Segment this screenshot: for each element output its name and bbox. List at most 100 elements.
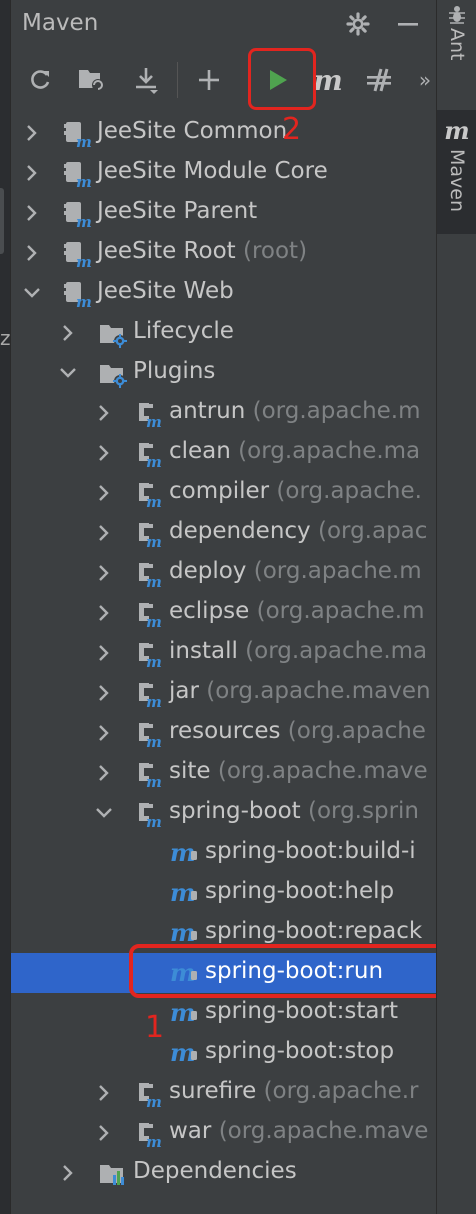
tree-row-label: JeeSite Common <box>97 118 287 144</box>
tab-ant[interactable]: Ant <box>437 4 476 90</box>
tree-row[interactable]: m antrun (org.apache.m <box>11 393 436 433</box>
tree-row-name: clean <box>169 438 231 464</box>
svg-text:m: m <box>146 733 162 749</box>
skip-tests-icon[interactable] <box>361 62 397 98</box>
chevron-right-icon[interactable] <box>94 523 114 543</box>
tree-row[interactable]: m JeeSite Common <box>11 113 436 153</box>
chevron-right-icon[interactable] <box>94 643 114 663</box>
tree-row-name: spring-boot:help <box>205 878 395 904</box>
maven-goal-icon: m <box>170 838 200 869</box>
tree-row-label: deploy (org.apache.m <box>169 558 422 584</box>
tree-row[interactable]: m spring-boot:stop <box>11 1033 436 1073</box>
tree-row-name: site <box>169 758 211 784</box>
tree-row-label: eclipse (org.apache.m <box>169 598 425 624</box>
chevron-right-icon[interactable] <box>22 203 42 223</box>
chevron-right-icon[interactable] <box>94 443 114 463</box>
tree-row[interactable]: m resources (org.apache <box>11 713 436 753</box>
minimize-icon[interactable] <box>394 10 422 38</box>
tree-row[interactable]: Lifecycle <box>11 313 436 353</box>
left-strip-glyph: z <box>0 326 11 350</box>
tree-row[interactable]: m clean (org.apache.ma <box>11 433 436 473</box>
panel-header: Maven <box>11 0 436 50</box>
chevron-right-icon[interactable] <box>94 683 114 703</box>
maven-plugin-icon: m <box>134 599 164 631</box>
tree-row[interactable]: m spring-boot:start <box>11 993 436 1033</box>
tree-row[interactable]: m compiler (org.apache. <box>11 473 436 513</box>
add-icon[interactable] <box>191 62 227 98</box>
tree-row-group-id: (org.apache.mave <box>217 758 428 784</box>
svg-text:m: m <box>146 1093 162 1109</box>
chevron-right-icon[interactable] <box>22 163 42 183</box>
generate-sources-icon[interactable] <box>74 62 110 98</box>
chevron-right-icon[interactable] <box>22 123 42 143</box>
maven-tab-icon: m <box>444 116 470 145</box>
tab-maven[interactable]: m Maven <box>437 110 476 234</box>
svg-text:m: m <box>76 173 92 189</box>
chevron-down-icon[interactable] <box>22 283 42 303</box>
tree-row[interactable]: m surefire (org.apache.r <box>11 1073 436 1113</box>
chevron-right-icon[interactable] <box>94 603 114 623</box>
tree-row-name: compiler <box>169 478 270 504</box>
tree-row-label: install (org.apache.ma <box>169 638 427 664</box>
svg-text:m: m <box>146 573 162 589</box>
more-actions-icon[interactable]: » <box>407 62 436 98</box>
tree-row-label: JeeSite Root (root) <box>97 238 307 264</box>
svg-text:m: m <box>146 1133 162 1149</box>
tree-row[interactable]: m spring-boot:help <box>11 873 436 913</box>
tree-row[interactable]: m deploy (org.apache.m <box>11 553 436 593</box>
tree-row[interactable]: Plugins <box>11 353 436 393</box>
maven-tool-window: Maven m » m JeeSite Common m JeeSite Mod… <box>11 0 436 1214</box>
svg-text:m: m <box>146 413 162 429</box>
maven-module-icon: m <box>62 159 92 191</box>
tree-row-name: spring-boot:repack <box>205 918 423 944</box>
tree-row-name: spring-boot:stop <box>205 1038 395 1064</box>
tree-row-label: JeeSite Module Core <box>97 158 328 184</box>
tree-row-label: war (org.apache.mave <box>169 1118 428 1144</box>
chevron-down-icon[interactable] <box>94 803 114 823</box>
svg-text:m: m <box>146 693 162 709</box>
tree-row-label: Dependencies <box>133 1158 297 1184</box>
chevron-right-icon[interactable] <box>94 723 114 743</box>
tree-row[interactable]: m jar (org.apache.maven <box>11 673 436 713</box>
tree-row-group-id: (org.apache.m <box>252 398 421 424</box>
chevron-right-icon[interactable] <box>94 563 114 583</box>
tree-row-name: spring-boot:start <box>205 998 398 1024</box>
tree-row-group-id: (org.apache.m <box>253 558 422 584</box>
tree-row[interactable]: m spring-boot:build-i <box>11 833 436 873</box>
chevron-right-icon[interactable] <box>94 1123 114 1143</box>
chevron-right-icon[interactable] <box>94 403 114 423</box>
chevron-right-icon[interactable] <box>58 323 78 343</box>
chevron-right-icon[interactable] <box>94 483 114 503</box>
tree-row[interactable]: m eclipse (org.apache.m <box>11 593 436 633</box>
tree-row[interactable]: m JeeSite Web <box>11 273 436 313</box>
chevron-right-icon[interactable] <box>94 1083 114 1103</box>
scroll-knob[interactable] <box>0 188 4 254</box>
download-icon[interactable] <box>128 62 164 98</box>
tree-row-name: Dependencies <box>133 1158 297 1184</box>
chevron-right-icon[interactable] <box>22 243 42 263</box>
tree-row[interactable]: m war (org.apache.mave <box>11 1113 436 1153</box>
maven-plugin-icon: m <box>134 439 164 471</box>
tree-row[interactable]: m JeeSite Parent <box>11 193 436 233</box>
chevron-down-icon[interactable] <box>58 363 78 383</box>
chevron-right-icon[interactable] <box>94 763 114 783</box>
tree-row-name: antrun <box>169 398 246 424</box>
tree-row[interactable]: Dependencies <box>11 1153 436 1193</box>
panel-title: Maven <box>22 10 99 36</box>
tree-row[interactable]: m dependency (org.apac <box>11 513 436 553</box>
maven-plugin-icon: m <box>134 799 164 831</box>
tree-row-label: dependency (org.apac <box>169 518 427 544</box>
tree-row[interactable]: m JeeSite Root (root) <box>11 233 436 273</box>
gear-icon[interactable] <box>344 10 372 38</box>
tree-row[interactable]: m spring-boot (org.sprin <box>11 793 436 833</box>
reload-icon[interactable] <box>22 62 58 98</box>
folder-gear-icon <box>98 359 128 389</box>
tree-row-label: resources (org.apache <box>169 718 426 744</box>
tree-row[interactable]: m site (org.apache.mave <box>11 753 436 793</box>
chevron-right-icon[interactable] <box>58 1163 78 1183</box>
svg-text:m: m <box>76 133 92 149</box>
maven-goal-icon: m <box>170 1038 200 1069</box>
svg-text:m: m <box>146 613 162 629</box>
tree-row[interactable]: m install (org.apache.ma <box>11 633 436 673</box>
tree-row[interactable]: m JeeSite Module Core <box>11 153 436 193</box>
